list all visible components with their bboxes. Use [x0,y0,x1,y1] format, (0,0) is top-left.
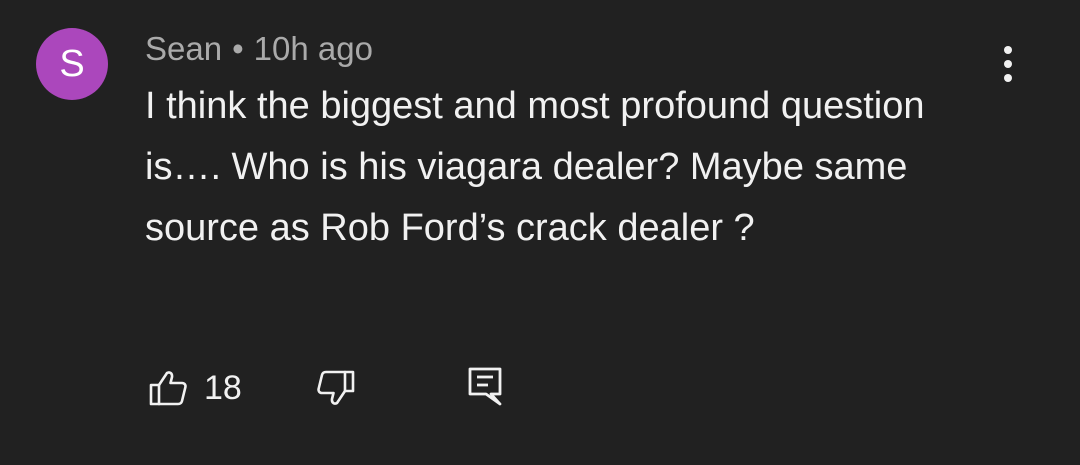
comment-timestamp: 10h ago [253,30,373,67]
comment-card: S Sean • 10h ago I think the biggest and m… [0,0,1080,465]
reply-button[interactable] [463,362,511,414]
meta-separator: • [232,30,244,67]
comment-actions: 18 [145,362,545,414]
comment-header: Sean • 10h ago [145,28,373,70]
more-options-button[interactable] [990,40,1026,88]
avatar[interactable]: S [36,28,108,100]
thumbs-down-icon [317,370,355,405]
like-count: 18 [204,369,242,407]
comment-text: I think the biggest and most profound qu… [145,85,925,249]
like-button[interactable]: 18 [145,362,255,414]
reply-comment-icon [468,367,502,406]
thumbs-up-icon [149,371,187,406]
author-name[interactable]: Sean [145,30,222,67]
more-vert-icon [1004,46,1012,82]
dislike-button[interactable] [313,362,361,414]
